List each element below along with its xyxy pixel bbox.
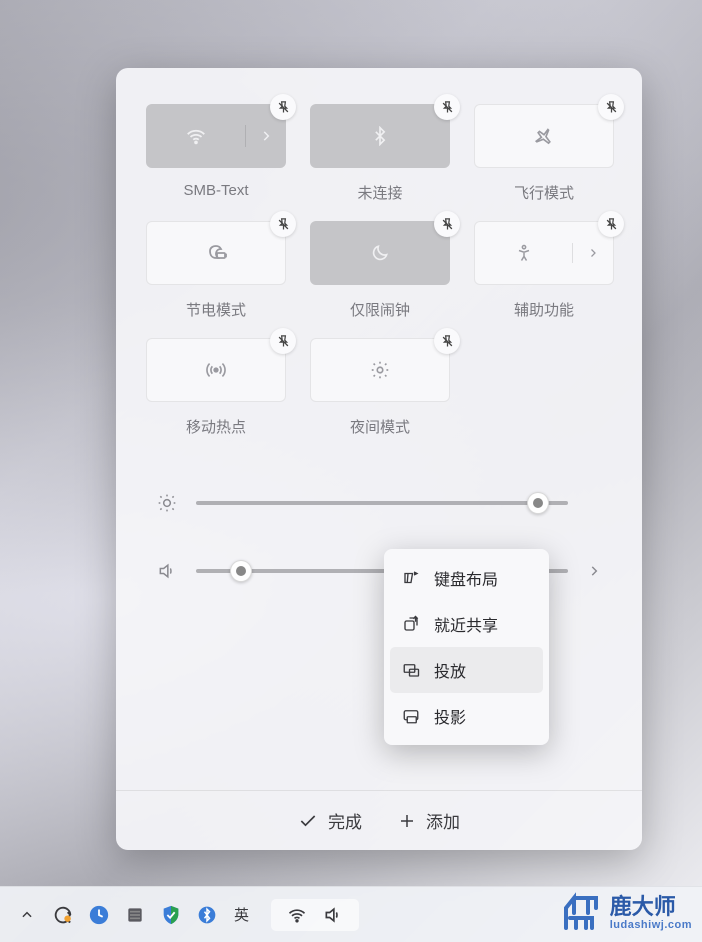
unpin-icon xyxy=(440,217,455,232)
wifi-status-icon xyxy=(287,905,307,925)
volume-icon xyxy=(152,561,182,581)
unpin-icon xyxy=(276,334,291,349)
unpin-icon xyxy=(440,100,455,115)
add-dropdown: 键盘布局 就近共享 投放 投影 xyxy=(384,549,549,745)
volume-thumb[interactable] xyxy=(230,560,252,582)
chevron-right-icon xyxy=(587,247,599,259)
unpin-bluetooth[interactable] xyxy=(434,94,460,120)
tile-wifi-wrap: SMB-Text xyxy=(146,104,286,203)
dropdown-keyboard-layout[interactable]: 键盘布局 xyxy=(390,555,543,601)
tile-battery-saver[interactable] xyxy=(146,221,286,285)
done-button[interactable]: 完成 xyxy=(298,808,362,833)
quick-settings-panel: SMB-Text 未连接 xyxy=(116,68,642,850)
done-label: 完成 xyxy=(328,808,362,833)
wifi-icon xyxy=(185,125,207,147)
tile-wifi-expand[interactable] xyxy=(246,129,286,143)
nearby-share-icon xyxy=(402,615,420,633)
quick-settings-tiles: SMB-Text 未连接 xyxy=(146,104,612,437)
unpin-hotspot[interactable] xyxy=(270,328,296,354)
dropdown-project[interactable]: 投影 xyxy=(390,693,543,739)
brightness-slider[interactable] xyxy=(196,501,568,505)
project-icon xyxy=(402,707,420,725)
add-button[interactable]: 添加 xyxy=(398,808,460,833)
unpin-icon xyxy=(604,100,619,115)
cast-icon xyxy=(402,661,420,679)
unpin-icon xyxy=(276,100,291,115)
system-tray: 英 xyxy=(14,902,253,928)
tile-wifi[interactable] xyxy=(146,104,286,168)
tile-airplane-wrap: 飞行模式 xyxy=(474,104,614,203)
tray-security-icon[interactable] xyxy=(158,902,184,928)
watermark-name: 鹿大师 xyxy=(610,895,692,919)
tray-sync-icon[interactable] xyxy=(50,902,76,928)
tile-accessibility[interactable] xyxy=(474,221,614,285)
tile-hotspot[interactable] xyxy=(146,338,286,402)
dropdown-label: 投放 xyxy=(434,658,466,682)
unpin-wifi[interactable] xyxy=(270,94,296,120)
chevron-right-icon xyxy=(259,129,273,143)
tray-drive-icon[interactable] xyxy=(122,902,148,928)
night-light-icon xyxy=(369,359,391,381)
unpin-icon xyxy=(276,217,291,232)
watermark-logo-icon xyxy=(556,888,606,938)
airplane-icon xyxy=(533,125,555,147)
tile-label: 辅助功能 xyxy=(514,299,574,320)
tray-bluetooth-icon[interactable] xyxy=(194,902,220,928)
tile-label: 仅限闹钟 xyxy=(350,299,410,320)
unpin-accessibility[interactable] xyxy=(598,211,624,237)
tile-label: 飞行模式 xyxy=(514,182,574,203)
tile-night-light[interactable] xyxy=(310,338,450,402)
bluetooth-icon xyxy=(370,126,390,146)
brightness-icon xyxy=(152,493,182,513)
tile-focus-wrap: 仅限闹钟 xyxy=(310,221,450,320)
tile-label: 未连接 xyxy=(357,182,402,203)
tile-accessibility-wrap: 辅助功能 xyxy=(474,221,614,320)
tile-wifi-toggle[interactable] xyxy=(146,125,246,147)
watermark-url: ludashiwj.com xyxy=(610,919,692,931)
volume-status-icon xyxy=(323,905,343,925)
watermark-text: 鹿大师 ludashiwj.com xyxy=(610,895,692,931)
dropdown-label: 就近共享 xyxy=(434,612,498,636)
tile-nightlight-wrap: 夜间模式 xyxy=(310,338,450,437)
watermark: 鹿大师 ludashiwj.com xyxy=(546,884,702,942)
dropdown-label: 键盘布局 xyxy=(434,566,498,590)
tile-battery-wrap: 节电模式 xyxy=(146,221,286,320)
plus-icon xyxy=(398,812,416,830)
hotspot-icon xyxy=(205,359,227,381)
tile-hotspot-wrap: 移动热点 xyxy=(146,338,286,437)
volume-output-select[interactable] xyxy=(582,564,606,578)
brightness-thumb[interactable] xyxy=(527,492,549,514)
battery-saver-icon xyxy=(204,241,228,265)
tile-label: SMB-Text xyxy=(183,182,248,199)
tile-accessibility-expand[interactable] xyxy=(573,247,613,259)
unpin-icon xyxy=(440,334,455,349)
unpin-nightlight[interactable] xyxy=(434,328,460,354)
accessibility-icon xyxy=(514,243,534,263)
brightness-slider-row xyxy=(146,493,612,513)
unpin-focus[interactable] xyxy=(434,211,460,237)
panel-footer: 完成 添加 xyxy=(116,790,642,850)
tile-label: 夜间模式 xyxy=(350,416,410,437)
tile-label: 移动热点 xyxy=(186,416,246,437)
tray-overflow[interactable] xyxy=(14,902,40,928)
keyboard-layout-icon xyxy=(402,569,420,587)
tile-accessibility-toggle[interactable] xyxy=(475,243,573,263)
tile-bluetooth-wrap: 未连接 xyxy=(310,104,450,203)
dropdown-nearby-share[interactable]: 就近共享 xyxy=(390,601,543,647)
dropdown-cast[interactable]: 投放 xyxy=(390,647,543,693)
unpin-airplane[interactable] xyxy=(598,94,624,120)
tile-bluetooth[interactable] xyxy=(310,104,450,168)
tile-label: 节电模式 xyxy=(186,299,246,320)
tray-status-group[interactable] xyxy=(271,899,359,931)
ime-indicator[interactable]: 英 xyxy=(230,904,253,925)
tray-app-icon[interactable] xyxy=(86,902,112,928)
moon-icon xyxy=(370,243,390,263)
unpin-icon xyxy=(604,217,619,232)
check-icon xyxy=(298,811,318,831)
unpin-battery[interactable] xyxy=(270,211,296,237)
dropdown-label: 投影 xyxy=(434,704,466,728)
add-label: 添加 xyxy=(426,808,460,833)
tile-focus-assist[interactable] xyxy=(310,221,450,285)
tile-airplane[interactable] xyxy=(474,104,614,168)
